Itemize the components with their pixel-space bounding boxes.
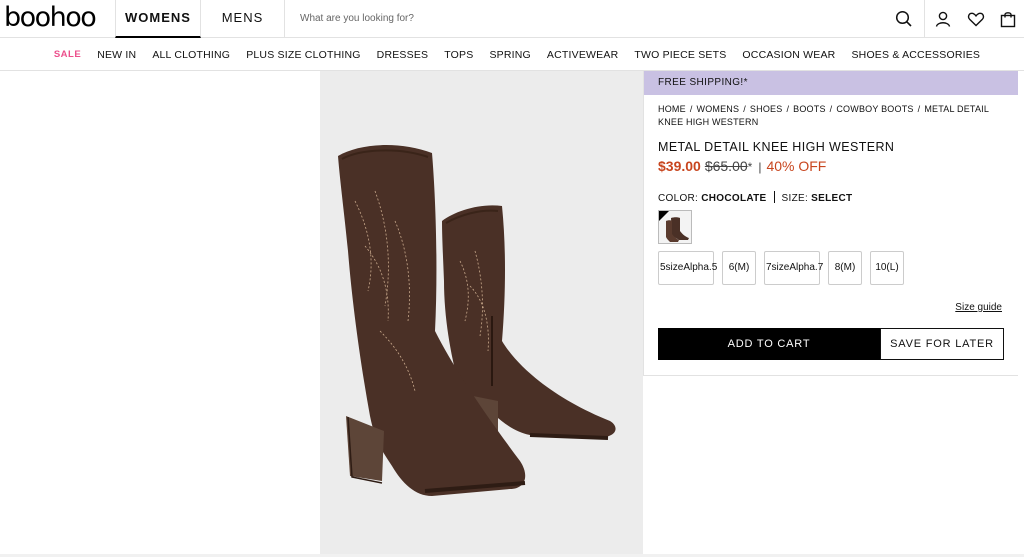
nav-item-shoes-accessories[interactable]: SHOES & ACCESSORIES [851, 49, 980, 61]
size-guide-link[interactable]: Size guide [955, 302, 1002, 313]
nav-item-new-in[interactable]: NEW IN [97, 49, 136, 61]
current-price: $39.00 [658, 158, 701, 174]
heart-icon[interactable] [966, 9, 986, 29]
nav-item-occasion-wear[interactable]: OCCASION WEAR [742, 49, 835, 61]
size-value: SELECT [811, 193, 853, 204]
breadcrumb-cowboy-boots[interactable]: COWBOY BOOTS [836, 104, 913, 114]
price-asterisk: * [747, 160, 753, 174]
product-image[interactable] [320, 71, 643, 554]
top-header: boohoo WOMENS MENS [0, 0, 1024, 38]
bag-icon[interactable] [998, 9, 1018, 29]
price-divider: | [758, 160, 762, 174]
size-option-7[interactable]: 7sizeAlpha.7 [764, 251, 823, 285]
breadcrumb-womens[interactable]: WOMENS [697, 104, 740, 114]
size-option-8[interactable]: 8(M) [828, 251, 862, 285]
size-option-5[interactable]: 5sizeAlpha.5 [658, 251, 717, 285]
boots-illustration [338, 145, 616, 496]
color-swatch-chocolate[interactable] [658, 210, 692, 244]
color-label: COLOR: [658, 193, 699, 204]
original-price: $65.00 [704, 158, 748, 174]
tab-mens[interactable]: MENS [201, 0, 285, 38]
product-title: METAL DETAIL KNEE HIGH WESTERN [658, 140, 895, 154]
nav-item-tops[interactable]: TOPS [444, 49, 473, 61]
search-icon[interactable] [894, 9, 914, 29]
account-icon[interactable] [933, 9, 953, 29]
price-row: $39.00 $65.00* | 40% OFF [658, 158, 826, 174]
search-bar [285, 0, 925, 38]
tab-womens[interactable]: WOMENS [115, 0, 201, 38]
nav-item-all-clothing[interactable]: ALL CLOTHING [152, 49, 230, 61]
size-label: SIZE: [781, 193, 809, 204]
add-to-cart-button[interactable]: ADD TO CART [658, 328, 880, 360]
nav-item-dresses[interactable]: DRESSES [377, 49, 429, 61]
size-option-10[interactable]: 10(L) [870, 251, 904, 285]
selected-indicator [659, 211, 669, 221]
color-value: CHOCOLATE [701, 193, 767, 204]
product-info-panel: FREE SHIPPING!* HOME / WOMENS / SHOES / BOOTS /… [643, 71, 1018, 376]
free-shipping-banner[interactable]: FREE SHIPPING!* [644, 71, 1018, 95]
breadcrumb-separator: / [829, 104, 833, 114]
breadcrumb: HOME / WOMENS / SHOES / BOOTS / COWBOY BOOTS / MET… [658, 103, 1016, 129]
breadcrumb-separator: / [743, 104, 746, 114]
color-size-label-row: COLOR: CHOCOLATE SIZE: SELECT [658, 191, 852, 204]
discount-badge: 40% OFF [766, 158, 827, 174]
gallery-blank-area [0, 71, 320, 554]
breadcrumb-shoes[interactable]: SHOES [750, 104, 783, 114]
nav-item-spring[interactable]: SPRING [489, 49, 530, 61]
nav-item-activewear[interactable]: ACTIVEWEAR [547, 49, 618, 61]
main-nav: SALE NEW IN ALL CLOTHING PLUS SIZE CLOTH… [0, 39, 1024, 71]
size-options: 5sizeAlpha.5 6(M) 7sizeAlpha.7 8(M) 10(L… [658, 251, 904, 285]
breadcrumb-home[interactable]: HOME [658, 104, 686, 114]
search-input[interactable] [285, 0, 865, 36]
nav-item-sale[interactable]: SALE [54, 49, 81, 60]
brand-logo[interactable]: boohoo [4, 2, 97, 34]
nav-item-two-piece-sets[interactable]: TWO PIECE SETS [634, 49, 726, 61]
breadcrumb-boots[interactable]: BOOTS [793, 104, 826, 114]
save-for-later-button[interactable]: SAVE FOR LATER [880, 328, 1004, 360]
label-divider [773, 191, 775, 203]
breadcrumb-separator: / [917, 104, 921, 114]
nav-item-plus-size-clothing[interactable]: PLUS SIZE CLOTHING [246, 49, 360, 61]
breadcrumb-separator: / [689, 104, 693, 114]
size-option-6[interactable]: 6(M) [722, 251, 756, 285]
breadcrumb-separator: / [786, 104, 790, 114]
